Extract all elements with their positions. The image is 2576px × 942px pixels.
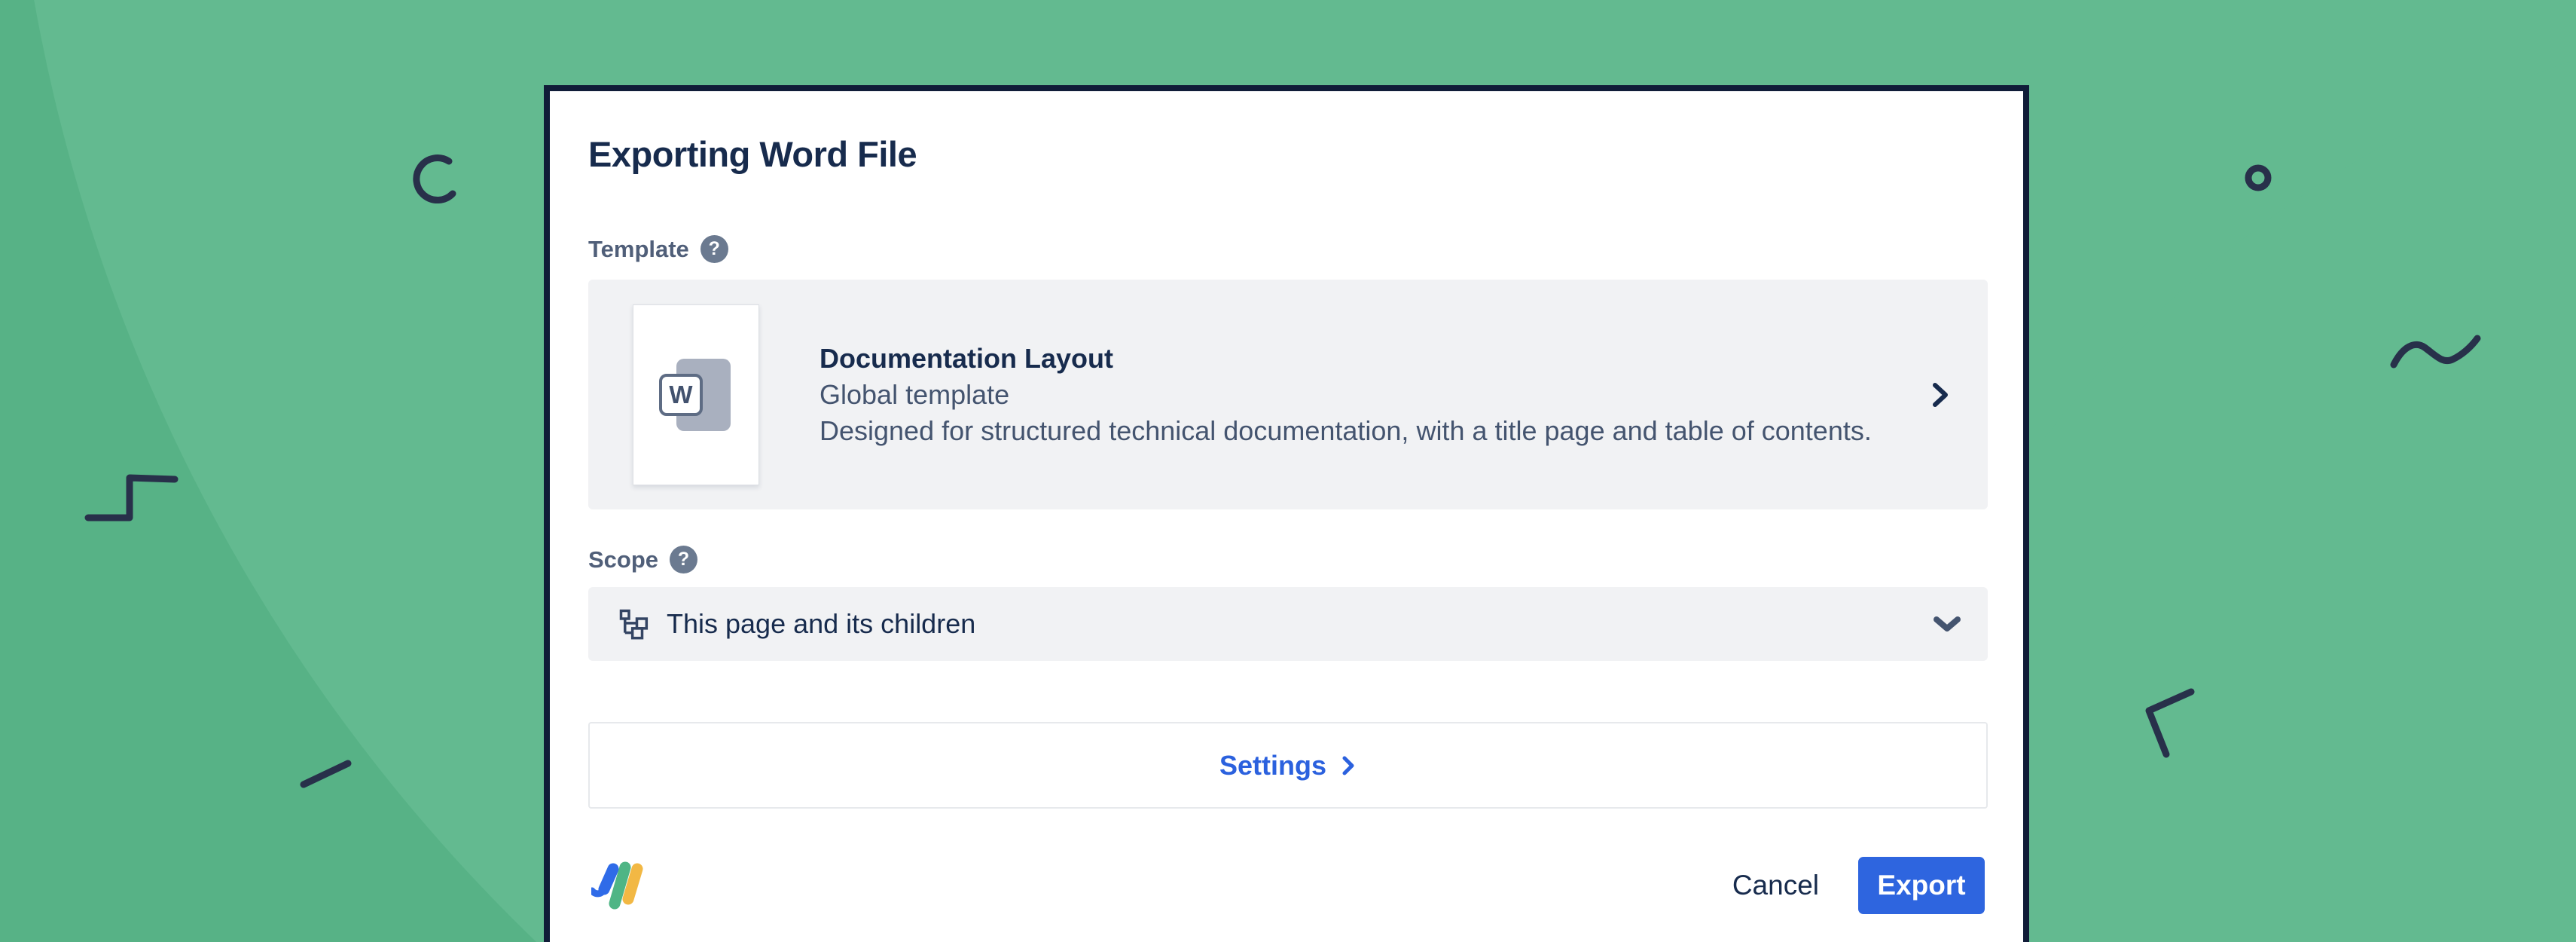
template-section-label: Template <box>588 235 689 262</box>
settings-button[interactable]: Settings <box>588 722 1988 809</box>
app-logo <box>591 861 643 910</box>
scope-section-label: Scope <box>588 546 659 573</box>
question-mark-icon[interactable]: ? <box>670 546 698 573</box>
desktop-background: Exporting Word File Template ? W Documen… <box>0 0 2576 942</box>
template-name: Documentation Layout <box>819 342 1114 374</box>
slash-doodle <box>300 760 352 788</box>
scope-label-row: Scope ? <box>588 546 1985 573</box>
chevron-right-icon <box>1342 756 1354 775</box>
page-tree-icon <box>619 609 649 640</box>
chevron-down-icon <box>1934 616 1961 632</box>
export-dialog: Exporting Word File Template ? W Documen… <box>544 85 2029 942</box>
word-letter-badge: W <box>659 373 703 416</box>
footer-actions: Cancel Export <box>1719 857 1985 914</box>
template-description: Designed for structured technical docume… <box>819 414 1872 446</box>
dialog-footer: Cancel Export <box>588 857 1985 914</box>
step-doodle <box>84 474 179 521</box>
scope-dropdown[interactable]: This page and its children <box>588 587 1988 661</box>
scope-selected-value: This page and its children <box>667 608 976 639</box>
question-mark-icon[interactable]: ? <box>700 235 728 263</box>
chevron-right-icon <box>1933 382 1948 407</box>
cancel-button[interactable]: Cancel <box>1719 862 1833 909</box>
template-thumbnail: W <box>633 304 759 485</box>
template-card[interactable]: W Documentation Layout Global template D… <box>588 280 1988 509</box>
settings-label: Settings <box>1219 749 1326 781</box>
template-label-row: Template ? <box>588 235 1985 263</box>
template-subtitle: Global template <box>819 378 1010 410</box>
template-texts: Documentation Layout Global template Des… <box>819 341 1872 449</box>
export-button[interactable]: Export <box>1858 857 1985 914</box>
dialog-title: Exporting Word File <box>588 134 917 174</box>
